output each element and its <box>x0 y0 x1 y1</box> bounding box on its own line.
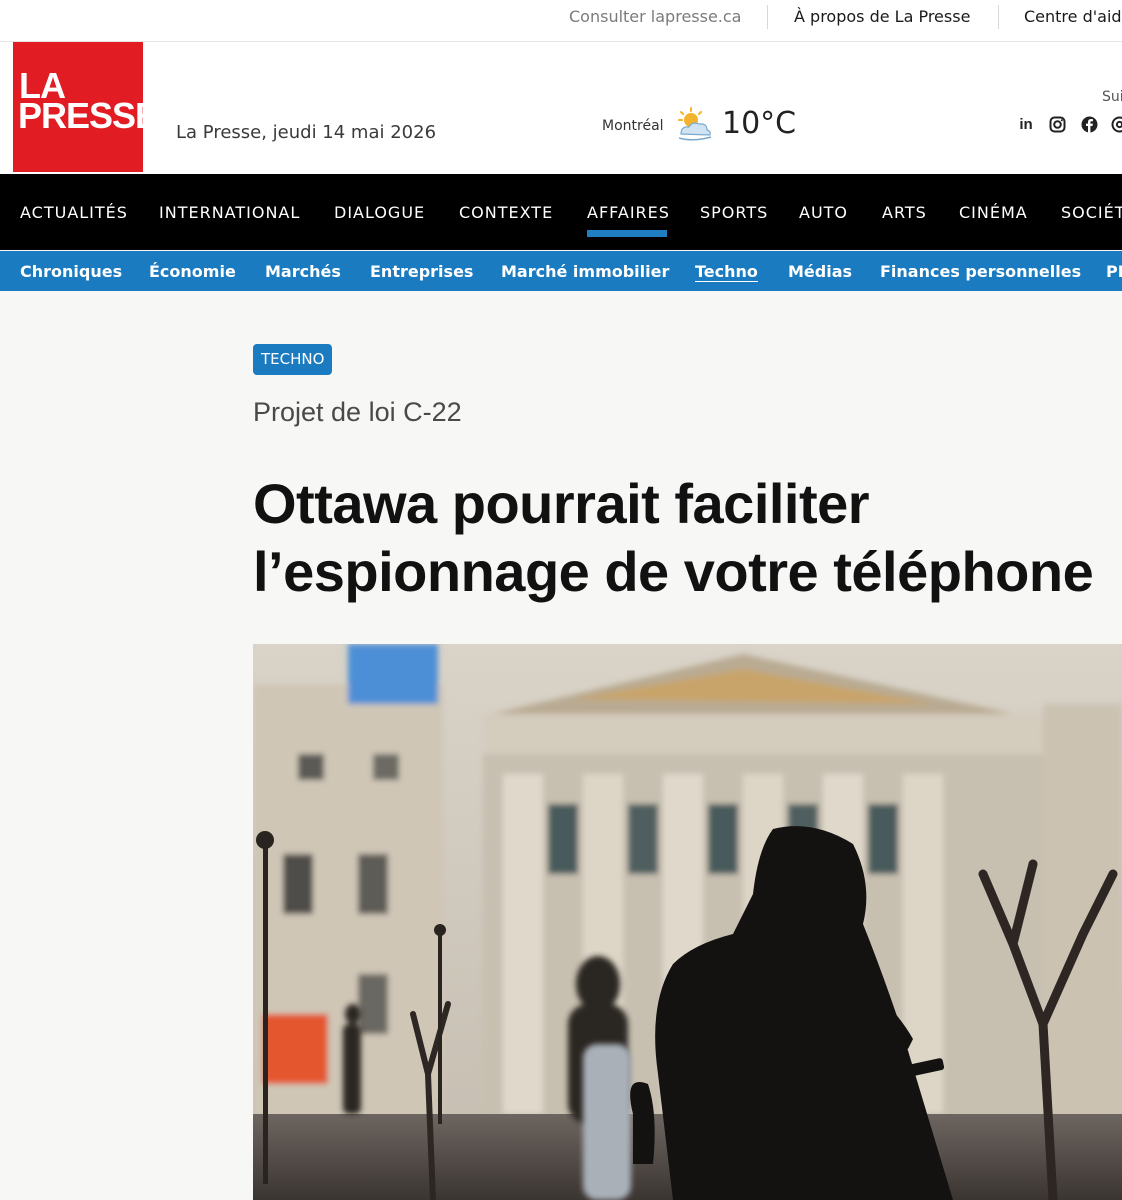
nav-item-dialogue[interactable]: DIALOGUE <box>334 203 425 222</box>
consult-lapresse-link[interactable]: Consulter lapresse.ca <box>569 7 741 26</box>
linkedin-icon[interactable]: in <box>1017 115 1035 133</box>
utility-divider <box>998 5 999 29</box>
headline-line-1: Ottawa pourrait faciliter <box>253 472 870 535</box>
nav-item-international[interactable]: INTERNATIONAL <box>159 203 300 222</box>
article-headline: Ottawa pourrait faciliter l’espionnage d… <box>253 470 1113 606</box>
utility-bar: Consulter lapresse.ca À propos de La Pre… <box>0 0 1122 42</box>
subnav-item-marche-immobilier[interactable]: Marché immobilier <box>501 262 669 281</box>
nav-item-contexte[interactable]: CONTEXTE <box>459 203 553 222</box>
article-kicker: Projet de loi C-22 <box>253 397 462 427</box>
section-badge[interactable]: TECHNO <box>253 344 333 375</box>
main-navigation: ACTUALITÉS INTERNATIONAL DIALOGUE CONTEX… <box>0 174 1122 250</box>
nav-item-affaires[interactable]: AFFAIRES <box>587 203 670 222</box>
nav-item-sports[interactable]: SPORTS <box>700 203 768 222</box>
about-link[interactable]: À propos de La Presse <box>794 7 970 26</box>
subnav-item-finances-personnelles[interactable]: Finances personnelles <box>880 262 1081 281</box>
subnav-item-pme[interactable]: PME <box>1106 262 1122 281</box>
subnav-item-techno[interactable]: Techno <box>695 262 758 281</box>
subnav-item-marches[interactable]: Marchés <box>265 262 341 281</box>
nav-item-arts[interactable]: ARTS <box>882 203 927 222</box>
nav-item-societe[interactable]: SOCIÉTÉ <box>1061 203 1122 222</box>
subnav-item-entreprises[interactable]: Entreprises <box>370 262 473 281</box>
section-subnavigation: Chroniques Économie Marchés Entreprises … <box>0 251 1122 291</box>
weather-temperature: 10°C <box>722 106 797 141</box>
subnav-item-medias[interactable]: Médias <box>788 262 852 281</box>
dateline: La Presse, jeudi 14 mai 2026 <box>176 122 437 143</box>
instagram-icon[interactable] <box>1048 115 1066 133</box>
active-nav-indicator <box>587 230 667 237</box>
article-lead-photo <box>253 644 1122 1200</box>
facebook-icon[interactable] <box>1080 115 1098 133</box>
nav-item-cinema[interactable]: CINÉMA <box>959 203 1028 222</box>
subnav-item-chroniques[interactable]: Chroniques <box>20 262 122 281</box>
follow-label: Suivez-nous <box>1102 89 1122 105</box>
masthead: LA PRESSE La Presse, jeudi 14 mai 2026 M… <box>0 42 1122 174</box>
weather-city: Montréal <box>602 118 664 134</box>
help-center-link[interactable]: Centre d'aide <box>1024 7 1122 26</box>
headline-line-2: l’espionnage de votre téléphone <box>253 540 1094 603</box>
la-presse-logo[interactable]: LA PRESSE <box>13 42 159 172</box>
nav-item-auto[interactable]: AUTO <box>799 203 848 222</box>
subnav-item-economie[interactable]: Économie <box>149 262 236 281</box>
logo-line-2: PRESSE <box>18 95 159 136</box>
utility-divider <box>767 5 768 29</box>
nav-item-actualites[interactable]: ACTUALITÉS <box>20 203 128 222</box>
partly-sunny-icon <box>675 106 715 142</box>
threads-icon[interactable] <box>1110 115 1122 133</box>
